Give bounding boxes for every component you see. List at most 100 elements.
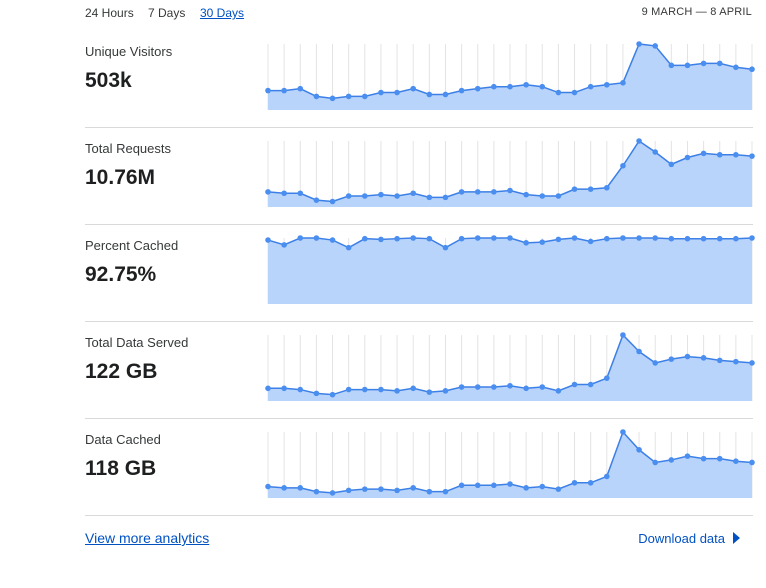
data-point[interactable] bbox=[636, 41, 642, 47]
data-point[interactable] bbox=[458, 235, 465, 242]
data-point[interactable] bbox=[668, 356, 675, 362]
data-point[interactable] bbox=[410, 385, 416, 392]
data-point[interactable] bbox=[636, 235, 642, 241]
data-point[interactable] bbox=[604, 375, 610, 381]
data-point[interactable] bbox=[749, 459, 755, 466]
data-point[interactable] bbox=[587, 186, 594, 192]
data-point[interactable] bbox=[329, 198, 336, 205]
data-point[interactable] bbox=[313, 235, 320, 241]
data-point[interactable] bbox=[571, 235, 578, 241]
data-point[interactable] bbox=[668, 62, 675, 69]
data-point[interactable] bbox=[265, 237, 271, 243]
data-point[interactable] bbox=[571, 89, 578, 96]
data-point[interactable] bbox=[329, 237, 336, 243]
data-point[interactable] bbox=[684, 62, 691, 69]
data-point[interactable] bbox=[604, 81, 610, 88]
data-point[interactable] bbox=[329, 95, 336, 102]
data-point[interactable] bbox=[749, 66, 755, 73]
data-point[interactable] bbox=[491, 83, 497, 90]
data-point[interactable] bbox=[507, 187, 513, 194]
data-point[interactable] bbox=[652, 235, 658, 241]
data-point[interactable] bbox=[474, 85, 481, 92]
data-point[interactable] bbox=[442, 91, 449, 98]
data-point[interactable] bbox=[652, 43, 658, 49]
data-point[interactable] bbox=[539, 384, 546, 390]
data-point[interactable] bbox=[426, 389, 433, 395]
data-point[interactable] bbox=[507, 481, 513, 487]
data-point[interactable] bbox=[523, 385, 529, 392]
data-point[interactable] bbox=[345, 386, 352, 393]
data-point[interactable] bbox=[620, 162, 626, 169]
data-point[interactable] bbox=[378, 486, 384, 492]
data-point[interactable] bbox=[716, 60, 723, 67]
data-point[interactable] bbox=[636, 446, 642, 453]
data-point[interactable] bbox=[539, 193, 546, 199]
data-point[interactable] bbox=[442, 244, 449, 251]
data-point[interactable] bbox=[297, 235, 304, 241]
data-point[interactable] bbox=[716, 235, 723, 242]
data-point[interactable] bbox=[700, 235, 707, 242]
data-point[interactable] bbox=[313, 197, 320, 203]
data-point[interactable] bbox=[297, 485, 304, 491]
data-point[interactable] bbox=[458, 482, 465, 489]
data-point[interactable] bbox=[265, 87, 271, 94]
data-point[interactable] bbox=[345, 93, 352, 100]
data-point[interactable] bbox=[442, 194, 449, 201]
data-point[interactable] bbox=[394, 487, 400, 494]
data-point[interactable] bbox=[700, 150, 707, 157]
data-point[interactable] bbox=[410, 235, 416, 241]
data-point[interactable] bbox=[507, 83, 513, 90]
tab-30-days[interactable]: 30 Days bbox=[200, 6, 244, 20]
data-point[interactable] bbox=[684, 353, 691, 360]
data-point[interactable] bbox=[362, 486, 368, 492]
data-point[interactable] bbox=[297, 85, 304, 92]
data-point[interactable] bbox=[523, 191, 529, 198]
data-point[interactable] bbox=[458, 384, 465, 390]
data-point[interactable] bbox=[345, 244, 352, 251]
data-point[interactable] bbox=[733, 358, 739, 365]
data-point[interactable] bbox=[571, 381, 578, 388]
data-point[interactable] bbox=[394, 89, 400, 96]
data-point[interactable] bbox=[716, 455, 723, 462]
data-point[interactable] bbox=[474, 482, 481, 489]
data-point[interactable] bbox=[297, 386, 304, 393]
data-point[interactable] bbox=[700, 60, 707, 67]
data-point[interactable] bbox=[265, 189, 271, 195]
data-point[interactable] bbox=[733, 151, 739, 158]
data-point[interactable] bbox=[716, 357, 723, 364]
data-point[interactable] bbox=[281, 385, 287, 392]
data-point[interactable] bbox=[620, 429, 626, 435]
data-point[interactable] bbox=[587, 381, 594, 388]
data-point[interactable] bbox=[410, 485, 416, 491]
data-point[interactable] bbox=[507, 235, 513, 241]
data-point[interactable] bbox=[555, 486, 562, 492]
view-more-analytics-link[interactable]: View more analytics bbox=[85, 530, 209, 546]
data-point[interactable] bbox=[700, 455, 707, 462]
data-point[interactable] bbox=[362, 93, 368, 100]
data-point[interactable] bbox=[281, 87, 287, 94]
data-point[interactable] bbox=[620, 235, 626, 241]
data-point[interactable] bbox=[571, 479, 578, 486]
data-point[interactable] bbox=[620, 80, 626, 86]
data-point[interactable] bbox=[265, 483, 271, 490]
data-point[interactable] bbox=[539, 239, 546, 245]
data-point[interactable] bbox=[426, 488, 433, 495]
data-point[interactable] bbox=[684, 235, 691, 242]
data-point[interactable] bbox=[329, 391, 336, 398]
data-point[interactable] bbox=[281, 190, 287, 197]
data-point[interactable] bbox=[749, 360, 755, 366]
data-point[interactable] bbox=[733, 235, 739, 242]
data-point[interactable] bbox=[281, 485, 287, 491]
data-point[interactable] bbox=[442, 388, 449, 394]
data-point[interactable] bbox=[684, 154, 691, 161]
data-point[interactable] bbox=[474, 189, 481, 195]
data-point[interactable] bbox=[265, 385, 271, 392]
data-point[interactable] bbox=[523, 240, 529, 246]
data-point[interactable] bbox=[668, 235, 675, 242]
data-point[interactable] bbox=[313, 390, 320, 397]
data-point[interactable] bbox=[652, 360, 658, 366]
data-point[interactable] bbox=[410, 85, 416, 92]
data-point[interactable] bbox=[555, 193, 562, 199]
data-point[interactable] bbox=[700, 355, 707, 361]
data-point[interactable] bbox=[507, 382, 513, 389]
